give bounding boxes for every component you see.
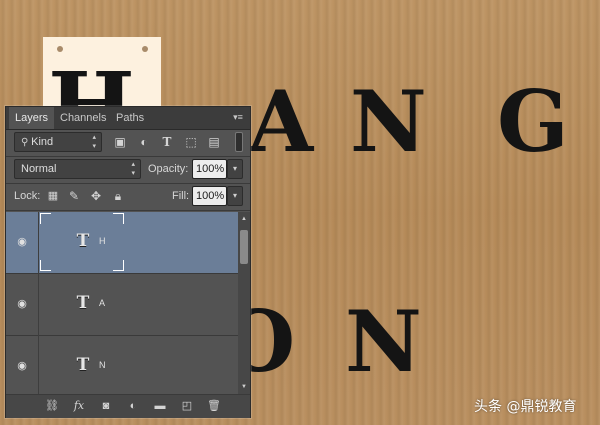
filter-kind-label: Kind xyxy=(31,136,54,148)
type-layer-icon: T xyxy=(76,355,90,375)
tab-channels[interactable]: Channels xyxy=(54,107,112,129)
layer-name[interactable]: N xyxy=(99,360,106,370)
stencil-letter: N xyxy=(345,292,422,391)
blend-row: Normal ▴ ▾ Opacity: 100% ▾ xyxy=(6,159,250,183)
eye-icon[interactable]: ◉ xyxy=(16,236,28,248)
fx-icon[interactable]: fx xyxy=(71,399,87,413)
layer-thumbnail: T xyxy=(40,275,124,333)
filter-row: ⚲ Kind ▴ ▾ ▣ ◐ T ⬚ ▤ xyxy=(6,132,250,156)
blend-mode-select[interactable]: Normal ▴ ▾ xyxy=(14,159,141,179)
opacity-input[interactable]: 100% xyxy=(192,159,227,179)
smart-object-filter-icon[interactable]: ▤ xyxy=(207,135,221,149)
select-arrows-icon: ▴ ▾ xyxy=(131,161,135,177)
lock-position-icon[interactable]: ✥ xyxy=(89,189,103,203)
lock-image-pixels-icon[interactable]: ✎ xyxy=(67,189,81,203)
scroll-thumb[interactable] xyxy=(240,230,248,264)
tab-layers[interactable]: Layers xyxy=(9,107,55,129)
fill-dropdown-button[interactable]: ▾ xyxy=(227,186,243,206)
layer-row-n[interactable]: ◉ T N xyxy=(6,336,238,394)
tab-paths[interactable]: Paths xyxy=(110,107,150,129)
layer-row-h[interactable]: ◉ T H xyxy=(6,212,238,274)
layer-thumbnail: T xyxy=(40,213,124,271)
lock-label: Lock: xyxy=(14,190,41,202)
panel-bottom-bar: ⛓ fx ◙ ◐ ▬ ◰ 🗑︎ xyxy=(6,394,250,418)
image-filter-icon[interactable]: ▣ xyxy=(113,135,127,149)
trash-icon[interactable]: 🗑︎ xyxy=(206,399,222,413)
lock-row: Lock: ▦ ✎ ✥ 🔒︎ Fill: 100% ▾ xyxy=(6,186,250,210)
stencil-letter: G xyxy=(497,72,569,171)
new-layer-icon[interactable]: ◰ xyxy=(179,399,195,413)
divider xyxy=(6,156,250,157)
filter-kind-select[interactable]: ⚲ Kind ▴ ▾ xyxy=(14,132,102,152)
filter-toggle-switch[interactable] xyxy=(235,132,243,152)
blend-mode-label: Normal xyxy=(21,163,57,175)
scroll-down-icon[interactable]: ▼ xyxy=(238,382,250,392)
eye-icon[interactable]: ◉ xyxy=(16,298,28,310)
watermark: 头条 @鼎锐教育 xyxy=(474,399,577,415)
layer-thumbnail: T xyxy=(40,337,124,394)
layer-name[interactable]: H xyxy=(99,236,106,246)
type-filter-icon[interactable]: T xyxy=(160,135,174,149)
layers-panel: Layers Channels Paths ▾≡ ⚲ Kind ▴ ▾ ▣ ◐ T… xyxy=(5,106,251,418)
opacity-dropdown-button[interactable]: ▾ xyxy=(227,159,243,179)
lock-all-icon[interactable]: 🔒︎ xyxy=(111,189,125,203)
adjustment-filter-icon[interactable]: ◐ xyxy=(137,135,151,149)
selection-corner xyxy=(40,260,51,271)
visibility-column: ◉ xyxy=(6,212,39,274)
selection-corner xyxy=(113,260,124,271)
stencil-letter: A xyxy=(248,72,314,171)
tag-hole xyxy=(142,46,148,52)
layer-name[interactable]: A xyxy=(99,298,105,308)
layer-row-a[interactable]: ◉ T A xyxy=(6,274,238,336)
link-icon[interactable]: ⛓ xyxy=(44,399,60,413)
layers-scrollbar[interactable]: ▲ ▼ xyxy=(238,212,250,394)
fill-input[interactable]: 100% xyxy=(192,186,227,206)
eye-icon[interactable]: ◉ xyxy=(16,360,28,372)
select-arrows-icon: ▴ ▾ xyxy=(92,134,96,150)
mask-icon[interactable]: ◙ xyxy=(98,399,114,413)
layers-list: ◉ T H ◉ T A ◉ T N xyxy=(6,212,238,394)
group-icon[interactable]: ▬ xyxy=(152,399,168,413)
selection-corner xyxy=(113,213,124,224)
scroll-up-icon[interactable]: ▲ xyxy=(238,214,250,224)
adjustment-icon[interactable]: ◐ xyxy=(125,399,141,413)
visibility-column: ◉ xyxy=(6,274,39,336)
panel-tabbar: Layers Channels Paths ▾≡ xyxy=(6,107,250,130)
panel-menu-icon[interactable]: ▾≡ xyxy=(232,111,244,123)
visibility-column: ◉ xyxy=(6,336,39,394)
lock-transparent-pixels-icon[interactable]: ▦ xyxy=(46,189,60,203)
stencil-letter: N xyxy=(350,72,427,171)
shape-filter-icon[interactable]: ⬚ xyxy=(184,135,198,149)
divider xyxy=(6,183,250,184)
divider xyxy=(6,210,250,211)
opacity-label: Opacity: xyxy=(148,163,189,175)
selection-corner xyxy=(40,213,51,224)
type-layer-icon: T xyxy=(76,293,90,313)
fill-label: Fill: xyxy=(172,190,190,202)
type-layer-icon: T xyxy=(76,231,90,251)
